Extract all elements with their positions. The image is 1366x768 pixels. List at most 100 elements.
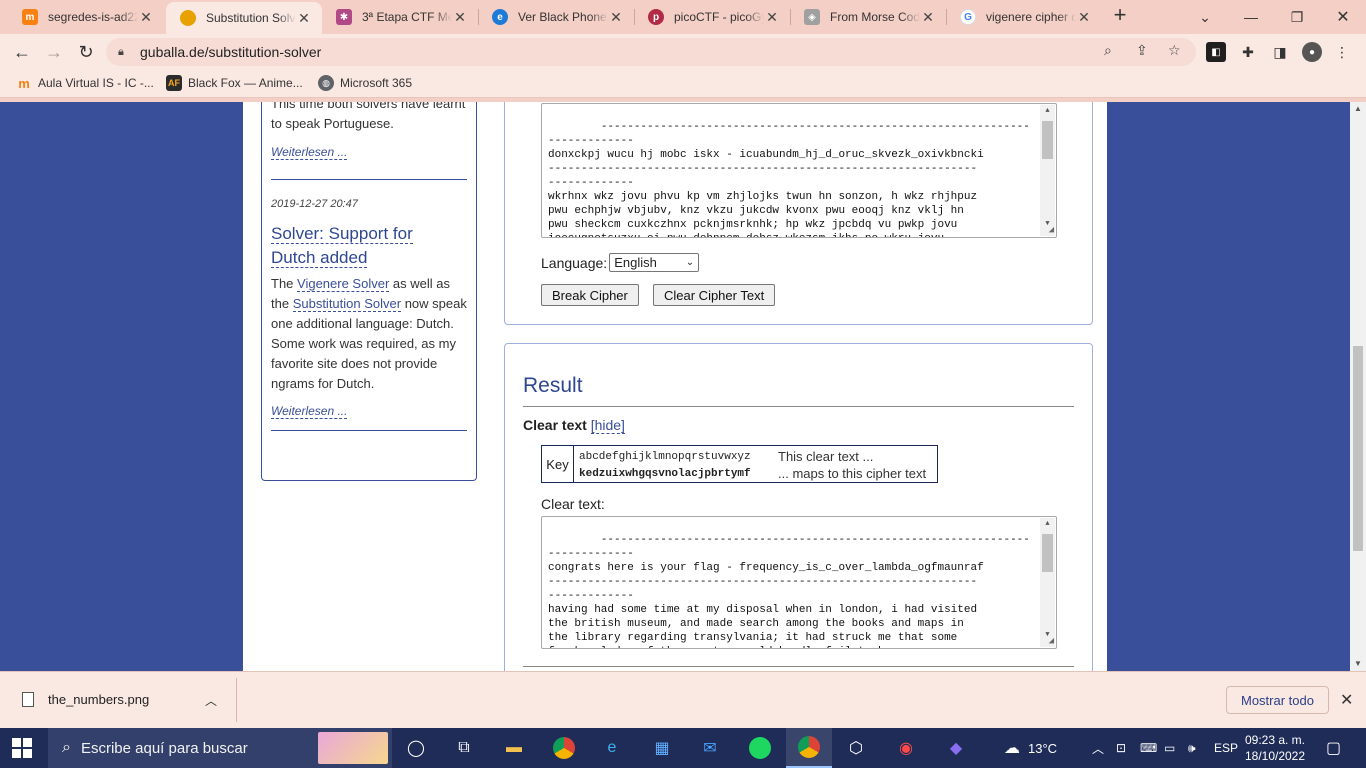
news-date: 2019-12-27 20:47 (271, 198, 358, 210)
restore-button[interactable]: ❐ (1274, 0, 1320, 34)
chevron-up-icon[interactable]: ︿ (205, 692, 217, 709)
close-window-button[interactable]: ✕ (1320, 0, 1366, 34)
zoom-search-icon[interactable]: ⌕ (1104, 42, 1112, 59)
page-scrollbar[interactable]: ▲ ▼ (1350, 102, 1366, 671)
profile-avatar[interactable]: ● (1302, 42, 1322, 62)
tab-search-chevron-icon[interactable]: ⌄ (1182, 0, 1228, 34)
scroll-thumb[interactable] (1042, 121, 1053, 159)
close-tab-icon[interactable]: ✕ (920, 9, 936, 26)
close-tab-icon[interactable]: ✕ (1076, 9, 1092, 26)
extension-icon[interactable]: ◧ (1206, 42, 1226, 62)
tab-morse-code[interactable]: ◈ From Morse Code ✕ (790, 0, 946, 34)
close-tab-icon[interactable]: ✕ (296, 10, 312, 27)
textarea-scrollbar[interactable]: ▲ ▼ (1040, 518, 1055, 647)
bookmark-star-icon[interactable]: ☆ (1168, 42, 1181, 59)
bookmark-label: Microsoft 365 (340, 76, 413, 90)
edge-icon[interactable]: e (598, 734, 626, 762)
close-tab-icon[interactable]: ✕ (608, 9, 624, 26)
people-icon[interactable]: ⌨ (1140, 728, 1157, 768)
taskbar-clock[interactable]: 09:23 a. m. 18/10/2022 (1244, 732, 1306, 764)
news-item-dutch: 2019-12-27 20:47 Solver: Support for Dut… (271, 198, 467, 431)
volume-icon[interactable]: 🕪︎ (1188, 728, 1196, 768)
virtualbox-icon[interactable]: ⬡ (842, 734, 870, 762)
substitution-solver-link[interactable]: Substitution Solver (292, 296, 402, 312)
bookmark-microsoft-365[interactable]: ◍ Microsoft 365 (318, 75, 412, 91)
key-table: Key abcdefghijklmnopqrstuvwxyz kedzuixwh… (541, 445, 938, 483)
reload-button[interactable]: ↻ (74, 40, 98, 64)
chrome-icon[interactable] (550, 734, 578, 762)
news-title[interactable]: Solver: Support for Dutch added (271, 222, 467, 270)
menu-kebab-icon[interactable]: ⋮ (1332, 42, 1352, 62)
download-item[interactable]: the_numbers.png (22, 692, 149, 707)
input-language[interactable]: ESP (1214, 728, 1238, 768)
minimize-button[interactable]: — (1228, 0, 1274, 34)
scroll-up-icon[interactable]: ▲ (1040, 105, 1055, 117)
scroll-up-icon[interactable]: ▲ (1040, 518, 1055, 530)
page-content: This time both solvers have learnt to sp… (243, 102, 1107, 671)
tab-substitution-solver[interactable]: Substitution Solver ✕ (166, 2, 322, 34)
notifications-icon[interactable]: ▢ (1326, 728, 1341, 768)
microsoft-store-icon[interactable]: ▦ (648, 734, 676, 762)
back-button[interactable]: ← (10, 40, 34, 64)
obsidian-icon[interactable]: ◆ (942, 734, 970, 762)
forward-button[interactable]: → (42, 40, 66, 64)
cortana-icon[interactable]: ◯ (402, 734, 430, 762)
task-view-icon[interactable]: ⧉ (450, 734, 478, 762)
download-bar: the_numbers.png ︿ Mostrar todo ✕ (0, 671, 1366, 728)
page-scroll-thumb[interactable] (1353, 346, 1363, 551)
news-text: The (271, 276, 298, 291)
network-icon[interactable]: ⊡ (1116, 728, 1126, 768)
read-more-link[interactable]: Weiterlesen ... (271, 404, 348, 419)
bookmark-black-fox[interactable]: AF Black Fox — Anime... (166, 75, 303, 91)
chrome-active-icon[interactable] (786, 728, 832, 768)
show-all-downloads-button[interactable]: Mostrar todo (1226, 686, 1329, 714)
address-bar[interactable]: 🔒︎ guballa.de/substitution-solver (106, 38, 1196, 66)
news-title-line[interactable]: Dutch added (271, 248, 368, 268)
spotify-icon[interactable] (746, 734, 774, 762)
tab-ctf[interactable]: ✱ 3ª Etapa CTF Met ✕ (322, 0, 478, 34)
tab-black-phone[interactable]: e Ver Black Phone ✕ (478, 0, 634, 34)
textarea-scrollbar[interactable]: ▲ ▼ (1040, 105, 1055, 236)
new-tab-button[interactable]: + (1108, 4, 1132, 28)
mail-icon[interactable]: ✉ (696, 734, 724, 762)
plain-alphabet: abcdefghijklmnopqrstuvwxyz (579, 451, 751, 463)
scroll-down-icon[interactable]: ▼ (1350, 657, 1366, 671)
side-panel-icon[interactable]: ◨ (1270, 42, 1290, 62)
recorder-icon[interactable]: ◉ (892, 734, 920, 762)
tab-moodle[interactable]: m segredes-is-ad22 ✕ (8, 0, 164, 34)
tab-picoctf[interactable]: p picoCTF - picoGy ✕ (634, 0, 790, 34)
close-download-bar-icon[interactable]: ✕ (1340, 690, 1353, 710)
weather-widget[interactable]: ☁ 13°C (1004, 728, 1057, 768)
windows-start-icon[interactable] (12, 738, 32, 758)
scroll-thumb[interactable] (1042, 534, 1053, 572)
language-select[interactable]: English ⌄ (609, 253, 700, 272)
taskbar-search-box[interactable]: ⌕ Escribe aquí para buscar (48, 728, 392, 768)
cipher-text-area[interactable]: ----------------------------------------… (541, 103, 1057, 238)
moodle-icon: m (18, 75, 30, 91)
read-more-link[interactable]: Weiterlesen ... (271, 145, 348, 160)
close-tab-icon[interactable]: ✕ (452, 9, 468, 26)
close-tab-icon[interactable]: ✕ (764, 9, 780, 26)
clear-text-area[interactable]: ----------------------------------------… (541, 516, 1057, 649)
resize-grip-icon[interactable]: ◢ (1049, 226, 1054, 235)
share-icon[interactable]: ⇪ (1136, 42, 1148, 59)
clear-cipher-button[interactable]: Clear Cipher Text (653, 284, 776, 306)
language-row: Language: English ⌄ (541, 253, 700, 272)
extensions-puzzle-icon[interactable]: ✚ (1238, 42, 1258, 62)
close-tab-icon[interactable]: ✕ (138, 9, 154, 26)
bookmark-aula-virtual[interactable]: m Aula Virtual IS - IC -... (16, 75, 154, 91)
resize-grip-icon[interactable]: ◢ (1049, 637, 1054, 646)
tab-google-vigenere[interactable]: G vigenere cipher d ✕ (946, 0, 1102, 34)
news-title-line[interactable]: Solver: Support for (271, 224, 413, 244)
page-viewport: This time both solvers have learnt to sp… (0, 102, 1350, 671)
file-explorer-icon[interactable]: ▬ (500, 734, 528, 762)
break-cipher-button[interactable]: Break Cipher (541, 284, 639, 306)
scroll-up-icon[interactable]: ▲ (1350, 102, 1366, 116)
hide-link[interactable]: [hide] (590, 417, 625, 434)
vigenere-solver-link[interactable]: Vigenere Solver (297, 276, 390, 292)
lock-icon[interactable]: 🔒︎ (118, 46, 132, 59)
cipher-text-content: ----------------------------------------… (548, 121, 1030, 237)
wifi-icon[interactable]: ▭ (1164, 728, 1175, 768)
tray-chevron-up-icon[interactable]: ︿ (1092, 728, 1104, 768)
language-selected: English (614, 255, 657, 270)
